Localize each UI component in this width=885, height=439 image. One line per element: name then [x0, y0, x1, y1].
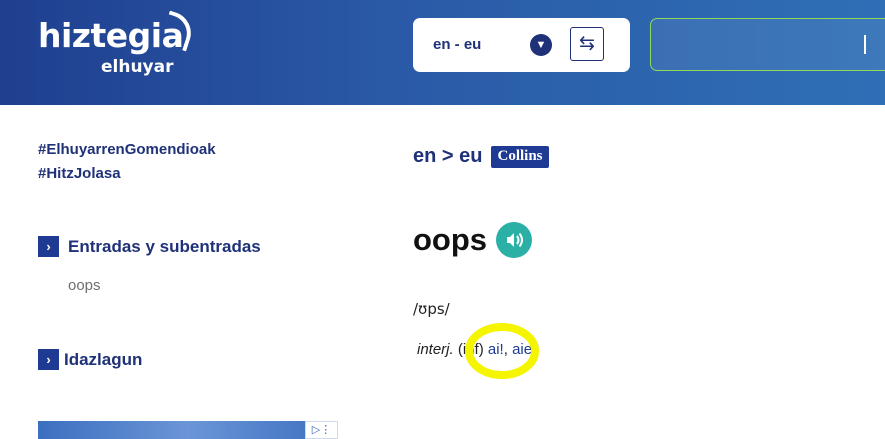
logo-subtitle: elhuyar	[101, 57, 174, 77]
section-title: Entradas y subentradas	[68, 236, 261, 256]
translation-link[interactable]: aiei!	[512, 341, 540, 358]
site-logo[interactable]: hiztegia elhuyar	[38, 10, 197, 76]
sidebar-link-hitzjolasa[interactable]: #HitzJolasa	[38, 165, 121, 182]
entry-list-item[interactable]: oops	[68, 277, 101, 294]
entry-heading: oops	[413, 222, 533, 258]
text-cursor	[864, 35, 866, 54]
sidebar-link-gomendioak[interactable]: #ElhuyarrenGomendioak	[38, 141, 216, 158]
direction-label: en > eu	[413, 145, 483, 167]
advertisement-banner[interactable]: ▷⋮	[38, 421, 338, 439]
speaker-icon[interactable]	[496, 222, 533, 258]
headword: oops	[413, 222, 488, 257]
section-idazlagun[interactable]: › Idazlagun	[38, 349, 142, 370]
part-of-speech: interj.	[417, 341, 454, 358]
dictionary-source: en > eu Collins	[413, 145, 549, 168]
definition-line: interj. (inf) ai!, aiei!	[417, 341, 540, 358]
search-input[interactable]	[650, 18, 885, 71]
ad-choices-icon[interactable]: ▷⋮	[305, 421, 338, 439]
translation-link[interactable]: ai!	[488, 341, 504, 358]
swap-arrows-icon[interactable]: ⇆	[570, 27, 604, 61]
collins-badge: Collins	[491, 145, 549, 168]
chevron-right-icon[interactable]: ›	[38, 349, 59, 370]
section-entradas[interactable]: › Entradas y subentradas	[38, 236, 261, 257]
site-header: hiztegia elhuyar en - eu ▼ ⇆	[0, 0, 885, 105]
language-selector[interactable]: en - eu ▼ ⇆	[413, 18, 630, 72]
section-title: Idazlagun	[64, 349, 143, 369]
chevron-right-icon[interactable]: ›	[38, 236, 59, 257]
pronunciation: /ʊps/	[413, 300, 450, 318]
chevron-down-icon[interactable]: ▼	[530, 34, 552, 56]
language-pair-label: en - eu	[433, 36, 482, 53]
register-label: (inf)	[457, 341, 484, 358]
